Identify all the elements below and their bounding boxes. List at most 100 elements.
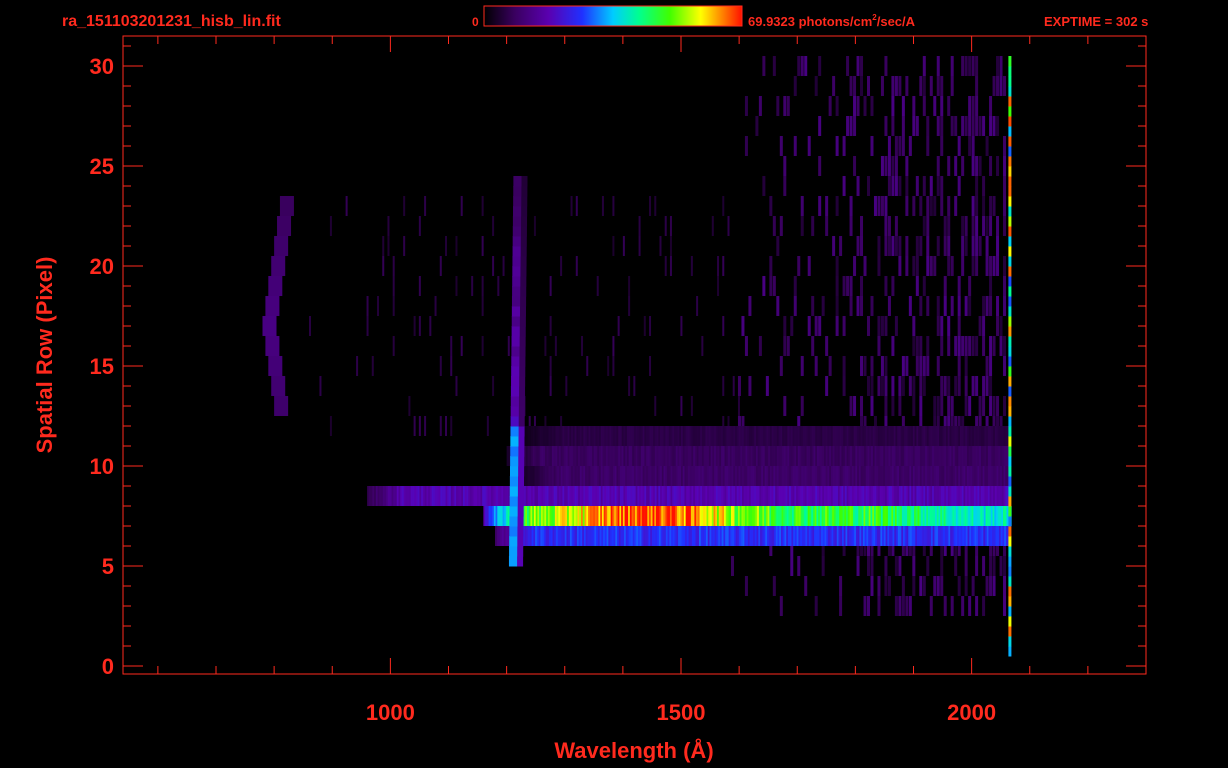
noise-cell [978,396,982,416]
noise-cell [439,356,442,376]
noise-cell [549,276,552,296]
lya-cell [520,226,527,237]
edge-cell [1008,166,1012,177]
noise-cell [612,236,615,256]
noise-cell [870,296,874,316]
arc-cell [277,216,292,236]
noise-cell [915,256,919,276]
noise-cell [856,236,860,256]
noise-cell [905,596,909,616]
noise-cell [880,196,884,216]
noise-cell [919,356,923,376]
noise-cell [828,96,832,116]
lya-cell [518,466,525,477]
noise-cell [898,596,902,616]
edge-cell [1008,406,1012,417]
noise-cell [849,296,853,316]
noise-cell [922,76,926,96]
x-tick-label: 2000 [947,700,996,725]
noise-cell [654,396,657,416]
noise-cell [940,116,944,136]
lya-cell [512,216,522,227]
edge-cell [1008,646,1012,657]
noise-cell [898,76,902,96]
arc-cell [274,396,289,416]
noise-cell [887,176,891,196]
noise-cell [860,276,864,296]
noise-cell [894,216,898,236]
noise-cell [800,216,804,236]
lya-cell [510,406,520,417]
lya-cell [517,486,524,497]
noise-cell [947,236,951,256]
noise-cell [975,256,979,276]
noise-cell [922,96,926,116]
lya-cell [511,356,521,367]
lya-cell [512,276,522,287]
noise-cell [894,236,898,256]
noise-cell [971,196,975,216]
noise-cell [434,296,437,316]
noise-cell [915,276,919,296]
noise-cell [769,196,773,216]
noise-cell [460,336,463,356]
edge-cell [1008,186,1012,197]
noise-cell [450,356,453,376]
noise-cell [772,56,776,76]
noise-cell [392,336,395,356]
noise-cell [901,136,905,156]
noise-cell [549,356,552,376]
noise-cell [922,276,926,296]
noise-cell [950,256,954,276]
noise-cell [835,136,839,156]
noise-cell [877,576,881,596]
noise-cell [846,56,850,76]
noise-cell [811,216,815,236]
spectrum-cell [1005,486,1009,506]
noise-cell [968,596,972,616]
noise-cell [669,216,672,236]
noise-cell [769,276,773,296]
noise-cell [849,76,853,96]
noise-cell [954,156,958,176]
noise-cell [961,116,965,136]
noise-cell [929,596,933,616]
noise-cell [737,396,740,416]
noise-cell [929,256,933,276]
noise-cell [870,136,874,156]
noise-cell [793,276,797,296]
colorbar [483,5,743,27]
edge-cell [1008,366,1012,377]
lya-cell [521,196,528,207]
noise-cell [860,396,864,416]
edge-cell [1008,196,1012,207]
noise-cell [894,76,898,96]
noise-cell [877,336,881,356]
noise-cell [783,336,787,356]
noise-cell [989,216,993,236]
noise-cell [975,376,979,396]
lya-cell [517,546,524,557]
noise-cell [860,216,864,236]
noise-cell [982,556,986,576]
noise-cell [884,316,888,336]
edge-cell [1008,396,1012,407]
edge-cell [1008,466,1012,477]
noise-cell [849,276,853,296]
edge-cell [1008,296,1012,307]
noise-cell [894,596,898,616]
noise-cell [839,576,843,596]
noise-cell [533,216,536,236]
noise-cell [549,376,552,396]
edge-cell [1008,306,1012,317]
noise-cell [818,316,822,336]
noise-cell [912,376,916,396]
noise-cell [455,376,458,396]
noise-cell [570,196,573,216]
noise-cell [985,576,989,596]
noise-cell [947,196,951,216]
noise-cell [926,336,930,356]
noise-cell [922,576,926,596]
noise-cell [649,196,652,216]
noise-cell [737,376,741,396]
